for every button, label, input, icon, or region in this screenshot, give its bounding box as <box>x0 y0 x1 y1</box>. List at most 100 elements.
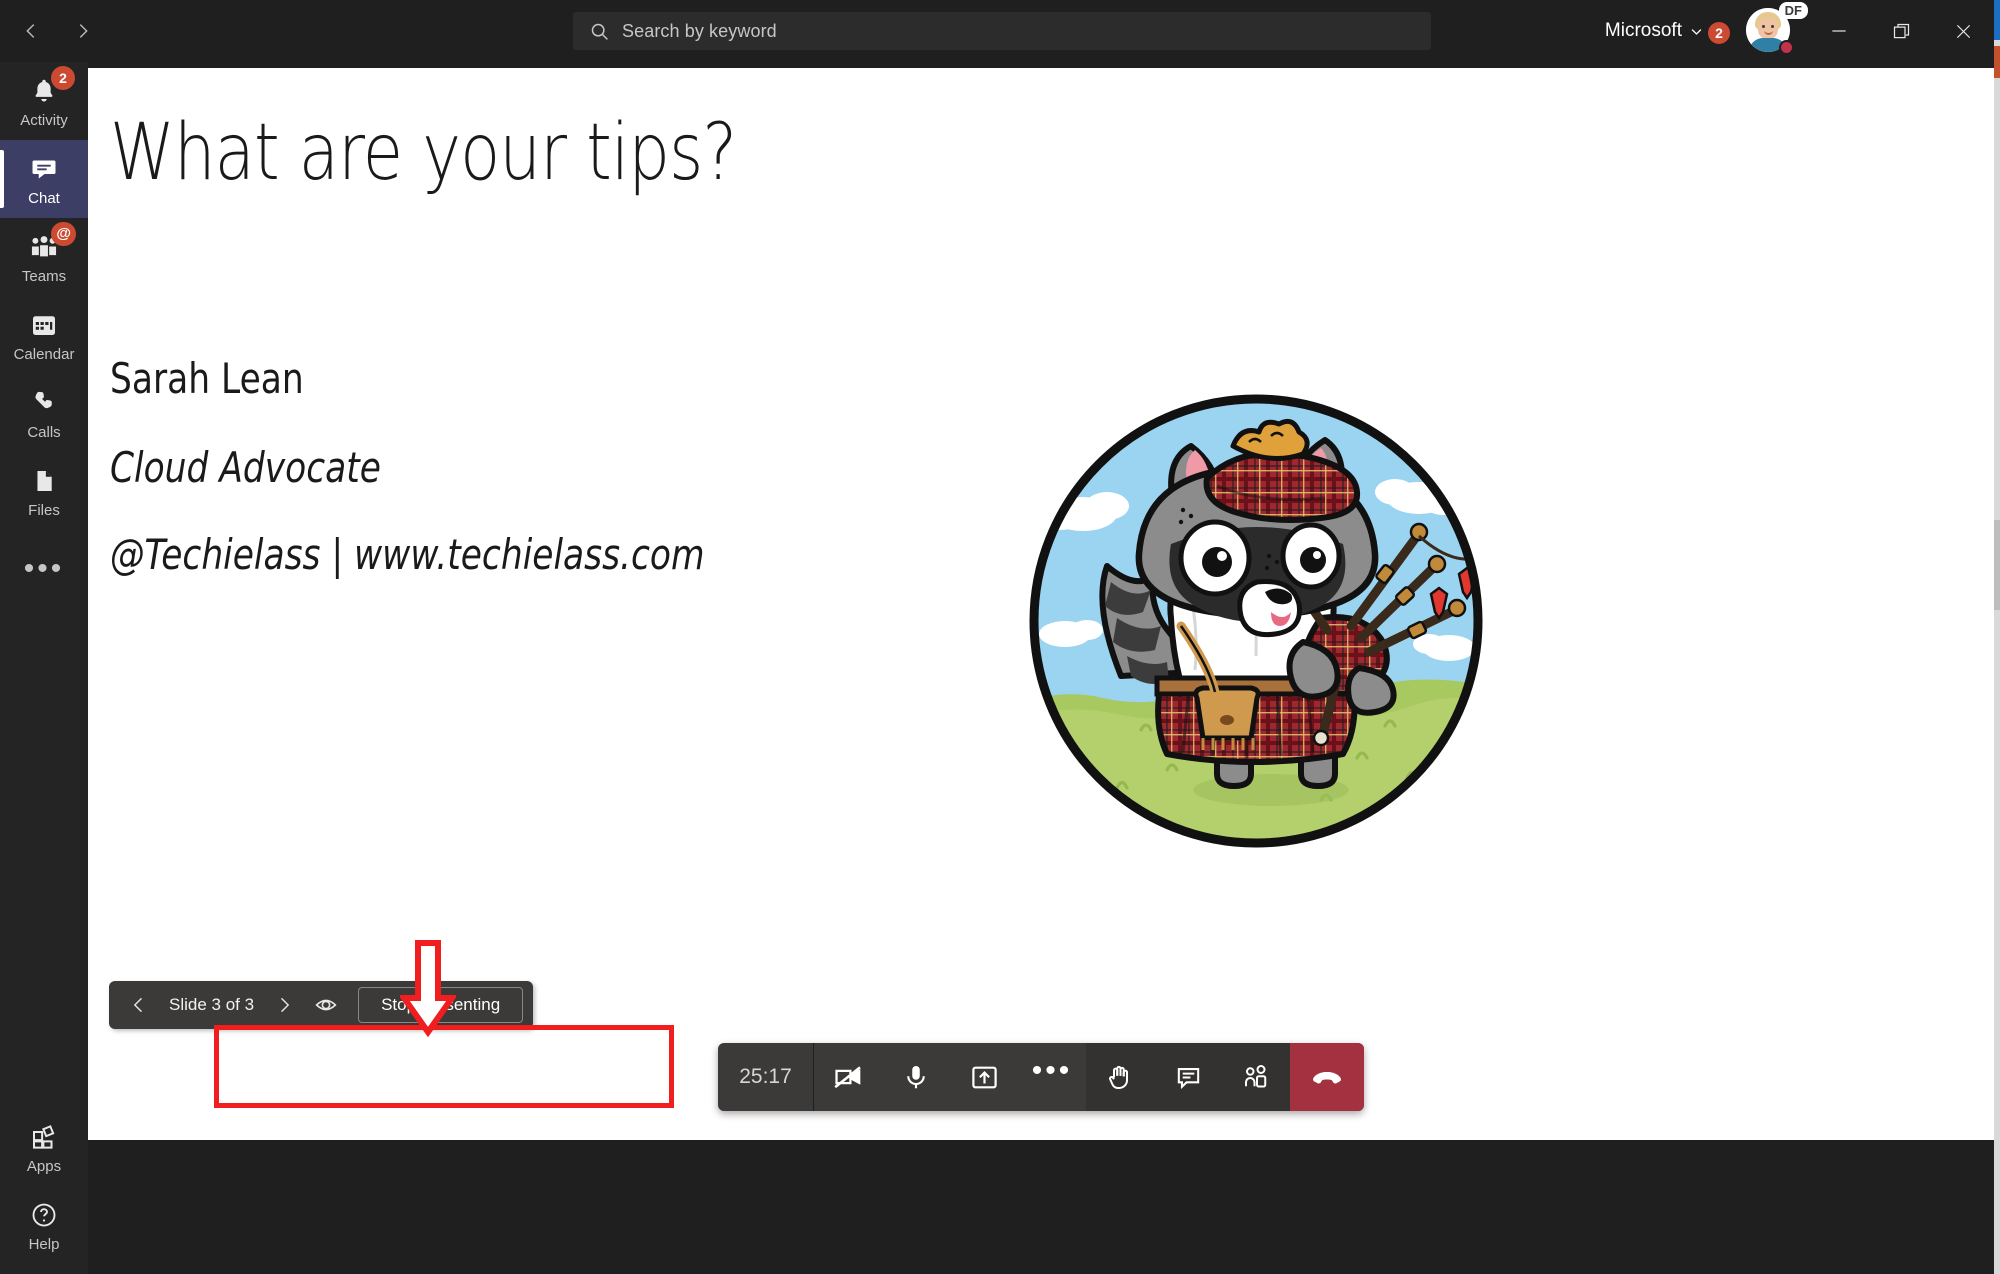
raise-hand-button[interactable] <box>1086 1043 1154 1111</box>
avatar-face <box>1758 18 1778 39</box>
app-rail: 2 Activity Chat @ Teams Calendar Calls F… <box>0 62 88 1274</box>
help-icon <box>29 1198 59 1232</box>
next-slide-button[interactable] <box>264 985 304 1025</box>
background-blue-strip <box>1994 0 2000 40</box>
sidebar-item-calls[interactable]: Calls <box>0 374 88 452</box>
org-name-label: Microsoft <box>1604 20 1682 41</box>
activity-badge: 2 <box>51 65 75 90</box>
sidebar-item-label: Calls <box>27 423 61 441</box>
sidebar-item-label: Files <box>28 501 60 519</box>
share-screen-icon <box>971 1066 997 1088</box>
background-window-sliver <box>1994 0 2000 1274</box>
sidebar-item-calendar[interactable]: Calendar <box>0 296 88 374</box>
show-conversation-button[interactable] <box>1154 1043 1222 1111</box>
phone-icon <box>30 386 59 420</box>
sidebar-item-label: Calendar <box>13 345 75 363</box>
apps-glyph <box>33 1124 55 1149</box>
raccoon-bagpiper-illustration <box>1021 386 1491 856</box>
slide-title: What are your tips? <box>110 108 737 198</box>
search-input[interactable]: Search by keyword <box>573 12 1431 50</box>
previous-slide-button[interactable] <box>119 985 159 1025</box>
slide-presenter-name: Sarah Lean <box>110 354 304 403</box>
sidebar-item-apps[interactable]: Apps <box>0 1108 88 1186</box>
microphone-toggle-button[interactable] <box>882 1043 950 1111</box>
sidebar-item-files[interactable]: Files <box>0 452 88 530</box>
file-glyph <box>37 470 52 491</box>
slide-counter-label: Slide 3 of 3 <box>169 995 255 1014</box>
meeting-timer: 25:17 <box>718 1043 814 1111</box>
file-icon <box>30 464 58 498</box>
meeting-secondary-controls <box>1086 1043 1290 1111</box>
meeting-controls-toolbar: 25:17 ••• <box>718 1043 1364 1111</box>
sidebar-item-activity[interactable]: 2 Activity <box>0 62 88 140</box>
teams-mention-badge: @ <box>51 221 76 246</box>
slide-controls-bar: Slide 3 of 3 Stop presenting <box>109 981 534 1029</box>
status-note-badge: DF <box>1778 2 1808 19</box>
teams-app-window: Search by keyword Microsoft 2 DF 2 Activ… <box>0 0 2000 1274</box>
title-bar: Search by keyword Microsoft 2 DF <box>0 0 1994 62</box>
chat-bubble-icon <box>1177 1067 1199 1089</box>
sidebar-item-label: Activity <box>20 111 68 129</box>
sidebar-item-teams[interactable]: @ Teams <box>0 218 88 296</box>
org-badge: 2 <box>1708 22 1730 44</box>
sidebar-item-label: Teams <box>21 267 67 285</box>
background-orange-strip <box>1994 46 2000 78</box>
calendar-glyph <box>33 315 55 335</box>
avatar-eye-right <box>1771 25 1774 28</box>
slide-presenter-contact: @Techielass | www.techielass.com <box>110 530 705 579</box>
title-bar-right: Microsoft 2 DF <box>1605 0 1994 62</box>
forward-button[interactable] <box>60 8 106 54</box>
help-glyph <box>32 1203 56 1226</box>
minimize-button[interactable] <box>1808 0 1870 62</box>
sidebar-item-label: Help <box>28 1235 60 1253</box>
user-avatar-button[interactable]: DF <box>1746 2 1808 55</box>
slide-presenter-role: Cloud Advocate <box>110 443 381 492</box>
camera-toggle-button[interactable] <box>814 1043 882 1111</box>
private-view-button[interactable] <box>306 985 346 1025</box>
share-content-button[interactable] <box>950 1043 1018 1111</box>
annotation-highlight-rectangle <box>214 1025 674 1108</box>
close-icon <box>1956 24 1970 38</box>
chat-icon <box>29 152 59 186</box>
sidebar-item-label: Apps <box>26 1157 62 1175</box>
chevron-left-icon <box>133 997 143 1013</box>
shared-content-stage: What are your tips? Sarah Lean Cloud Adv… <box>88 68 1994 1140</box>
ellipsis-icon: ••• <box>1031 1054 1073 1087</box>
avatar-eye-left <box>1762 25 1765 28</box>
minimize-icon <box>1832 30 1846 32</box>
participants-icon <box>1245 1065 1267 1088</box>
show-participants-button[interactable] <box>1222 1043 1290 1111</box>
search-icon <box>591 23 608 40</box>
more-actions-button[interactable]: ••• <box>1018 1043 1086 1111</box>
leave-call-button[interactable] <box>1290 1043 1364 1111</box>
raise-hand-icon <box>1109 1065 1128 1089</box>
sidebar-more-button[interactable]: ••• <box>0 530 88 608</box>
chevron-right-icon <box>79 24 88 38</box>
chevron-down-icon <box>1691 28 1702 35</box>
maximize-restore-button[interactable] <box>1870 0 1932 62</box>
microphone-icon <box>907 1066 925 1089</box>
restore-icon <box>1893 23 1909 38</box>
bell-icon: 2 <box>29 65 75 108</box>
sidebar-item-label: Chat <box>28 189 60 207</box>
people-icon: @ <box>28 221 76 264</box>
ellipsis-icon: ••• <box>23 552 65 585</box>
search-placeholder: Search by keyword <box>622 20 777 41</box>
raccoon-illustration-svg <box>1029 394 1483 848</box>
phone-glyph <box>34 391 52 409</box>
chevron-left-icon <box>26 24 35 38</box>
org-switcher[interactable]: Microsoft 2 <box>1604 20 1730 44</box>
hangup-icon <box>1313 1071 1341 1084</box>
chat-glyph <box>32 160 56 178</box>
close-button[interactable] <box>1932 0 1994 62</box>
background-scrollbar-strip <box>1994 520 2000 610</box>
camera-off-icon <box>834 1066 861 1089</box>
stop-presenting-button[interactable]: Stop presenting <box>358 987 524 1023</box>
sidebar-item-chat[interactable]: Chat <box>0 140 88 218</box>
app-rail-bottom: Apps Help <box>0 1108 88 1264</box>
presence-busy-indicator <box>1779 40 1794 55</box>
back-button[interactable] <box>8 8 54 54</box>
apps-icon <box>29 1120 59 1154</box>
sidebar-item-help[interactable]: Help <box>0 1186 88 1264</box>
chevron-right-icon <box>281 997 290 1013</box>
